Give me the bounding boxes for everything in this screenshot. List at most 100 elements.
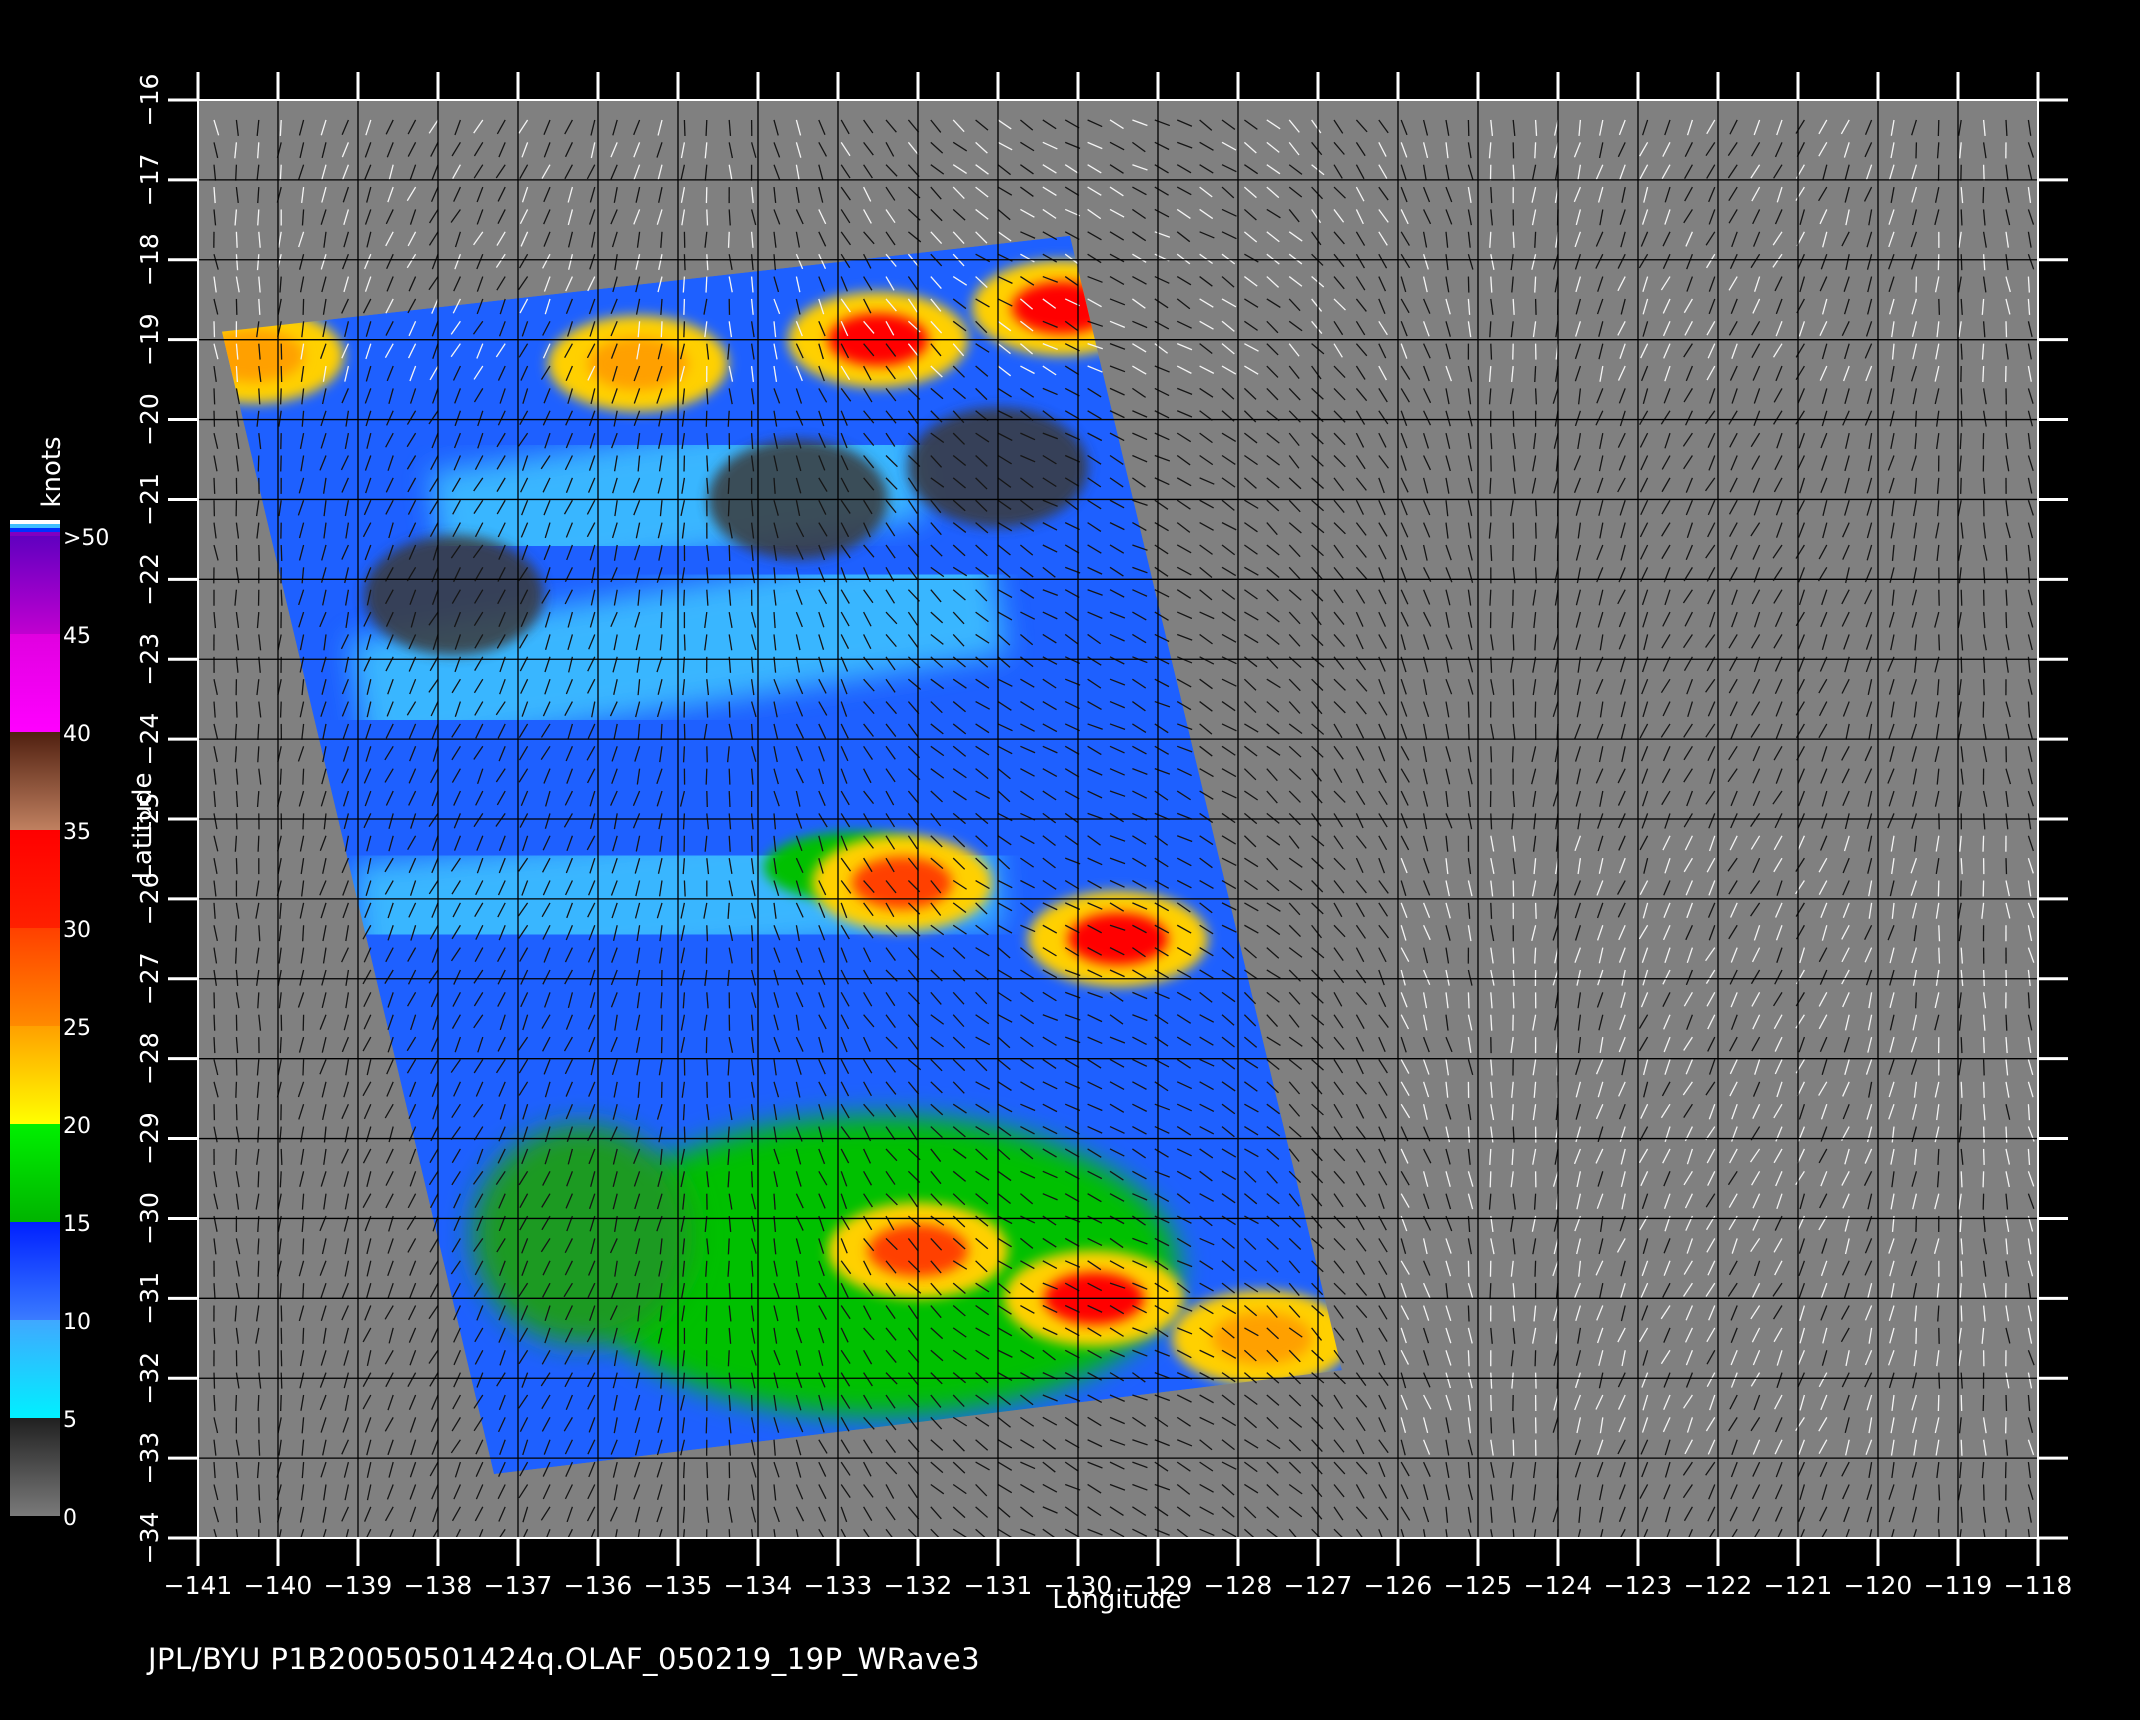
wind-vector xyxy=(727,500,730,517)
wind-vector xyxy=(235,1104,238,1121)
wind-vector xyxy=(2005,1126,2008,1143)
wind-vector xyxy=(1914,410,1918,427)
wind-vector xyxy=(302,1283,305,1300)
wind-vector xyxy=(257,1171,260,1188)
wind-vector xyxy=(257,1260,260,1277)
wind-vector xyxy=(280,388,282,405)
wind-vector xyxy=(235,231,238,248)
wind-vector xyxy=(1938,634,1941,651)
wind-vector xyxy=(706,1462,709,1479)
wind-vector xyxy=(280,1148,283,1165)
wind-vector xyxy=(280,544,283,561)
wind-vector xyxy=(1489,1283,1492,1300)
wind-vector xyxy=(1960,209,1963,226)
wind-vector xyxy=(728,791,731,808)
wind-vector xyxy=(1982,365,1985,383)
wind-vector xyxy=(1960,1439,1963,1456)
wind-vector xyxy=(1960,254,1963,271)
wind-vector xyxy=(660,321,663,338)
wind-vector xyxy=(1490,902,1493,919)
wind-vector xyxy=(1960,1081,1963,1098)
wind-vector xyxy=(750,1126,753,1143)
wind-vector xyxy=(728,544,731,561)
wind-vector xyxy=(1959,1104,1962,1121)
wind-vector xyxy=(1512,231,1515,248)
wind-vector xyxy=(1937,1148,1940,1165)
wind-vector xyxy=(258,1350,261,1367)
wind-vector xyxy=(280,1305,283,1322)
wind-vector xyxy=(302,768,305,785)
wind-vector xyxy=(1534,276,1537,293)
wind-vector xyxy=(258,1439,261,1456)
wind-vector xyxy=(235,164,238,181)
wind-vector xyxy=(279,768,282,785)
wind-vector xyxy=(1982,1081,1985,1098)
wind-vector xyxy=(2005,1394,2008,1412)
wind-vector xyxy=(682,1104,686,1121)
wind-vector xyxy=(1534,1350,1537,1367)
wind-vector xyxy=(705,119,708,136)
wind-vector xyxy=(750,1394,753,1412)
wind-vector xyxy=(1534,634,1537,651)
wind-vector xyxy=(706,1081,709,1098)
wind-vector xyxy=(1490,1417,1493,1434)
wind-vector xyxy=(280,1372,283,1389)
wind-vector xyxy=(2005,544,2008,561)
high-wind-core xyxy=(588,337,688,390)
wind-vector xyxy=(1534,231,1537,248)
wind-vector xyxy=(1960,1171,1963,1188)
wind-vector xyxy=(1534,119,1538,136)
wind-vector xyxy=(1467,701,1470,718)
wind-speed-map: −141 −140 −139 −138 −137 −136 −135 −134 −133 −132… xyxy=(10,72,2072,1615)
wind-vector xyxy=(1512,164,1515,181)
wind-vector xyxy=(279,701,282,718)
wind-vector xyxy=(235,701,238,718)
wind-vector xyxy=(728,1081,731,1098)
wind-vector xyxy=(1982,187,1985,204)
wind-vector xyxy=(683,119,686,136)
wind-vector xyxy=(1534,947,1537,964)
wind-vector xyxy=(1960,388,1963,405)
wind-vector xyxy=(302,813,305,830)
wind-vector xyxy=(1982,1148,1985,1165)
wind-vector xyxy=(1982,1037,1985,1054)
wind-vector xyxy=(279,164,282,181)
wind-vector xyxy=(1534,388,1538,405)
wind-vector xyxy=(750,1171,754,1188)
wind-vector xyxy=(280,1394,282,1412)
wind-vector xyxy=(1982,1171,1985,1188)
wind-vector xyxy=(706,209,709,226)
wind-vector xyxy=(2005,1014,2008,1031)
wind-vector xyxy=(706,925,709,942)
wind-vector xyxy=(302,1059,305,1076)
wind-vector xyxy=(1511,746,1514,763)
wind-vector xyxy=(234,925,238,942)
wind-vector xyxy=(280,589,283,606)
wind-vector xyxy=(1982,1059,1985,1076)
wind-vector xyxy=(1982,164,1985,181)
wind-vector xyxy=(1534,500,1538,517)
wind-vector xyxy=(235,813,238,830)
wind-vector xyxy=(1534,902,1537,919)
wind-vector xyxy=(705,947,708,964)
wind-vector xyxy=(235,1081,238,1098)
high-wind-core xyxy=(1068,912,1168,965)
wind-vector xyxy=(1982,679,1985,696)
wind-vector xyxy=(1534,567,1538,584)
wind-vector xyxy=(1512,992,1515,1009)
wind-vector xyxy=(257,835,260,852)
wind-vector xyxy=(279,1037,282,1054)
wind-vector xyxy=(705,1305,708,1322)
wind-vector xyxy=(1489,477,1492,494)
wind-vector xyxy=(1914,992,1918,1009)
wind-vector xyxy=(235,1148,238,1165)
wind-vector xyxy=(302,925,305,942)
wind-vector xyxy=(750,835,753,852)
wind-vector xyxy=(213,477,216,494)
wind-vector xyxy=(727,477,730,494)
moderate-wind-area xyxy=(472,1124,692,1345)
wind-vector xyxy=(279,1171,282,1188)
wind-vector xyxy=(1960,343,1963,360)
wind-vector xyxy=(705,768,708,785)
wind-vector xyxy=(1512,634,1515,651)
